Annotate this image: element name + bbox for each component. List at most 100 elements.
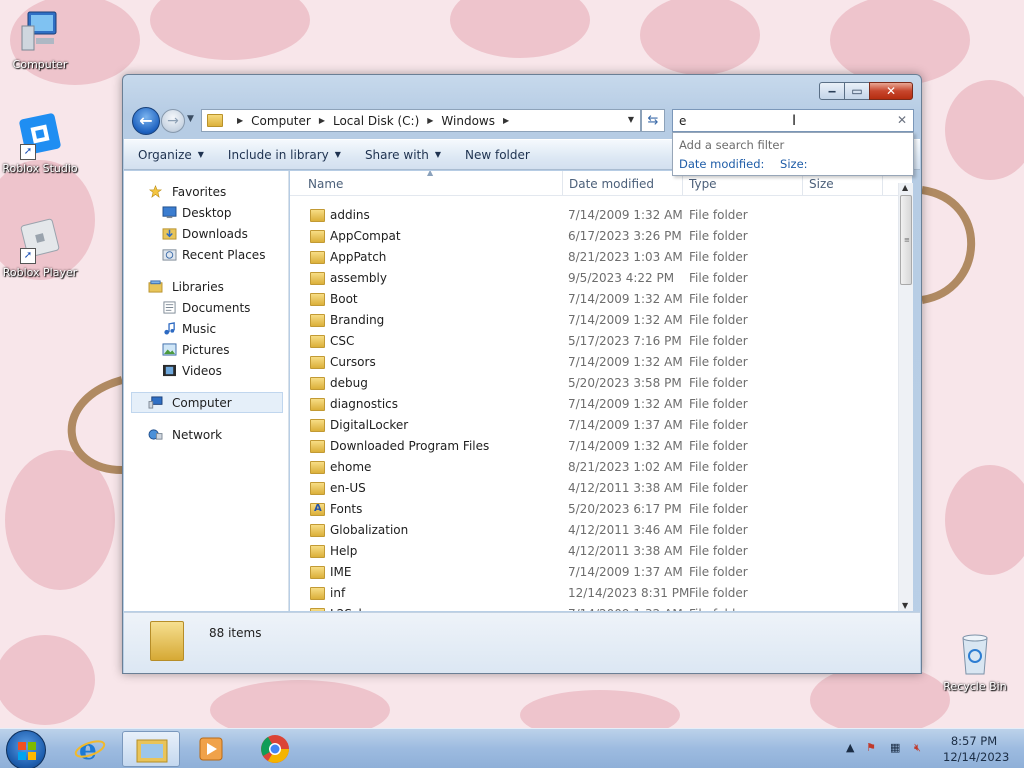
nav-libraries[interactable]: Libraries bbox=[124, 276, 288, 297]
file-type: File folder bbox=[689, 523, 748, 537]
file-row[interactable]: Help 4/12/2011 3:38 AM File folder bbox=[290, 541, 900, 562]
file-row[interactable]: addins 7/14/2009 1:32 AM File folder bbox=[290, 205, 900, 226]
nav-gap bbox=[124, 413, 288, 424]
file-row[interactable]: Branding 7/14/2009 1:32 AM File folder bbox=[290, 310, 900, 331]
file-row[interactable]: Fonts 5/20/2023 6:17 PM File folder bbox=[290, 499, 900, 520]
filter-date-modified[interactable]: Date modified: bbox=[679, 157, 764, 171]
file-row[interactable]: AppCompat 6/17/2023 3:26 PM File folder bbox=[290, 226, 900, 247]
address-bar[interactable]: ▶ Computer ▶ Local Disk (C:) ▶ Windows ▶… bbox=[201, 109, 641, 132]
column-header-type[interactable]: Type bbox=[689, 177, 717, 191]
vertical-scrollbar[interactable]: ▲ ≡ ▼ bbox=[898, 183, 913, 611]
file-date-modified: 7/14/2009 1:32 AM bbox=[568, 607, 683, 611]
minimize-button[interactable]: ‒ bbox=[819, 82, 845, 100]
file-row[interactable]: diagnostics 7/14/2009 1:32 AM File folder bbox=[290, 394, 900, 415]
taskbar-chrome[interactable] bbox=[246, 731, 304, 767]
search-input[interactable]: e I ✕ bbox=[672, 109, 914, 132]
action-center-icon[interactable]: ⚑ bbox=[866, 741, 876, 754]
taskbar-media-player[interactable] bbox=[182, 731, 240, 767]
network-status-icon[interactable]: ▦ bbox=[890, 741, 900, 754]
column-header-date-modified[interactable]: Date modified bbox=[569, 177, 654, 191]
refresh-icon: ⇆ bbox=[647, 113, 659, 128]
new-folder-button[interactable]: New folder bbox=[465, 148, 530, 162]
column-header-size[interactable]: Size bbox=[809, 177, 834, 191]
maximize-button[interactable]: ▭ bbox=[844, 82, 870, 100]
file-row[interactable]: L2Schemas 7/14/2009 1:32 AM File folder bbox=[290, 604, 900, 611]
folder-icon bbox=[310, 314, 325, 327]
start-button[interactable] bbox=[6, 730, 46, 768]
file-row[interactable]: Boot 7/14/2009 1:32 AM File folder bbox=[290, 289, 900, 310]
breadcrumb-windows[interactable]: Windows bbox=[441, 114, 495, 128]
close-button[interactable]: ✕ bbox=[869, 82, 913, 100]
file-row[interactable]: en-US 4/12/2011 3:38 AM File folder bbox=[290, 478, 900, 499]
search-filter-list: Date modified: Size: bbox=[679, 157, 907, 171]
include-in-library-button[interactable]: Include in library ▼ bbox=[228, 148, 341, 162]
desktop-icon-recycle-bin[interactable]: Recycle Bin bbox=[935, 630, 1015, 693]
file-name: DigitalLocker bbox=[330, 418, 409, 432]
chrome-icon bbox=[261, 735, 289, 763]
close-icon[interactable]: ✕ bbox=[897, 113, 907, 127]
scroll-up-icon[interactable]: ▲ bbox=[902, 183, 908, 192]
scrollbar-thumb[interactable]: ≡ bbox=[900, 195, 912, 285]
system-clock[interactable]: 8:57 PM 12/14/2023 bbox=[943, 733, 1009, 765]
breadcrumb-separator-icon[interactable]: ▶ bbox=[427, 116, 433, 125]
breadcrumb-local-disk[interactable]: Local Disk (C:) bbox=[333, 114, 419, 128]
file-row[interactable]: debug 5/20/2023 3:58 PM File folder bbox=[290, 373, 900, 394]
scroll-down-icon[interactable]: ▼ bbox=[902, 601, 908, 610]
folder-icon bbox=[310, 524, 325, 537]
back-button[interactable]: ← bbox=[132, 107, 160, 135]
taskbar: e ▲ ⚑ ▦ 🔇︎ 8:57 PM 12/14/2023 bbox=[0, 728, 1024, 768]
windows-logo-icon bbox=[18, 742, 36, 760]
address-dropdown-icon[interactable]: ▼ bbox=[628, 115, 634, 124]
share-with-button[interactable]: Share with ▼ bbox=[365, 148, 441, 162]
desktop-icon-roblox-player[interactable]: ➚ Roblox Player bbox=[0, 216, 80, 279]
folder-icon bbox=[310, 608, 325, 611]
file-row[interactable]: Globalization 4/12/2011 3:46 AM File folde… bbox=[290, 520, 900, 541]
desktop-icon-roblox-studio[interactable]: ➚ Roblox Studio bbox=[0, 112, 80, 175]
nav-recent-places[interactable]: Recent Places bbox=[124, 244, 288, 265]
column-divider[interactable] bbox=[562, 171, 563, 195]
filter-size[interactable]: Size: bbox=[780, 157, 807, 171]
folder-icon bbox=[310, 398, 325, 411]
file-row[interactable]: Cursors 7/14/2009 1:32 AM File folder bbox=[290, 352, 900, 373]
taskbar-windows-explorer[interactable] bbox=[122, 731, 180, 767]
new-folder-label: New folder bbox=[465, 147, 530, 162]
nav-downloads[interactable]: Downloads bbox=[124, 223, 288, 244]
nav-favorites[interactable]: Favorites bbox=[124, 181, 288, 202]
taskbar-internet-explorer[interactable]: e bbox=[62, 731, 120, 767]
show-hidden-icons-button[interactable]: ▲ bbox=[846, 741, 854, 754]
nav-pictures[interactable]: Pictures bbox=[124, 339, 288, 360]
nav-videos-label: Videos bbox=[182, 363, 222, 378]
breadcrumb-computer[interactable]: Computer bbox=[251, 114, 311, 128]
nav-videos[interactable]: Videos bbox=[124, 360, 288, 381]
file-row[interactable]: CSC 5/17/2023 7:16 PM File folder bbox=[290, 331, 900, 352]
file-row[interactable]: DigitalLocker 7/14/2009 1:37 AM File folde… bbox=[290, 415, 900, 436]
file-row[interactable]: inf 12/14/2023 8:31 PM File folder bbox=[290, 583, 900, 604]
desktop-icon-computer[interactable]: Computer bbox=[0, 8, 80, 71]
file-row[interactable]: Downloaded Program Files 7/14/2009 1:32 A… bbox=[290, 436, 900, 457]
column-header-name[interactable]: Name bbox=[308, 177, 343, 191]
folder-icon bbox=[310, 272, 325, 285]
breadcrumb-separator-icon[interactable]: ▶ bbox=[503, 116, 509, 125]
refresh-button[interactable]: ⇆ bbox=[641, 109, 665, 132]
breadcrumb-separator-icon[interactable]: ▶ bbox=[237, 116, 243, 125]
file-row[interactable]: AppPatch 8/21/2023 1:03 AM File folder bbox=[290, 247, 900, 268]
nav-computer[interactable]: Computer bbox=[131, 392, 283, 413]
file-row[interactable]: IME 7/14/2009 1:37 AM File folder bbox=[290, 562, 900, 583]
folder-icon bbox=[310, 461, 325, 474]
file-row[interactable]: assembly 9/5/2023 4:22 PM File folder bbox=[290, 268, 900, 289]
volume-muted-icon[interactable]: 🔇︎ bbox=[914, 741, 921, 755]
recent-pages-button[interactable]: ▼ bbox=[187, 114, 194, 124]
file-name: Cursors bbox=[330, 355, 376, 369]
file-row[interactable]: ehome 8/21/2023 1:02 AM File folder bbox=[290, 457, 900, 478]
nav-desktop[interactable]: Desktop bbox=[124, 202, 288, 223]
nav-network[interactable]: Network bbox=[124, 424, 288, 445]
clock-time: 8:57 PM bbox=[950, 734, 998, 748]
caption-buttons: ‒ ▭ ✕ bbox=[819, 82, 913, 100]
file-date-modified: 6/17/2023 3:26 PM bbox=[568, 229, 682, 243]
nav-documents[interactable]: Documents bbox=[124, 297, 288, 318]
breadcrumb-separator-icon[interactable]: ▶ bbox=[319, 116, 325, 125]
forward-button[interactable]: → bbox=[161, 109, 185, 133]
breadcrumb: ▶ Computer ▶ Local Disk (C:) ▶ Windows ▶ bbox=[229, 114, 517, 128]
organize-button[interactable]: Organize ▼ bbox=[138, 148, 204, 162]
nav-music[interactable]: Music bbox=[124, 318, 288, 339]
